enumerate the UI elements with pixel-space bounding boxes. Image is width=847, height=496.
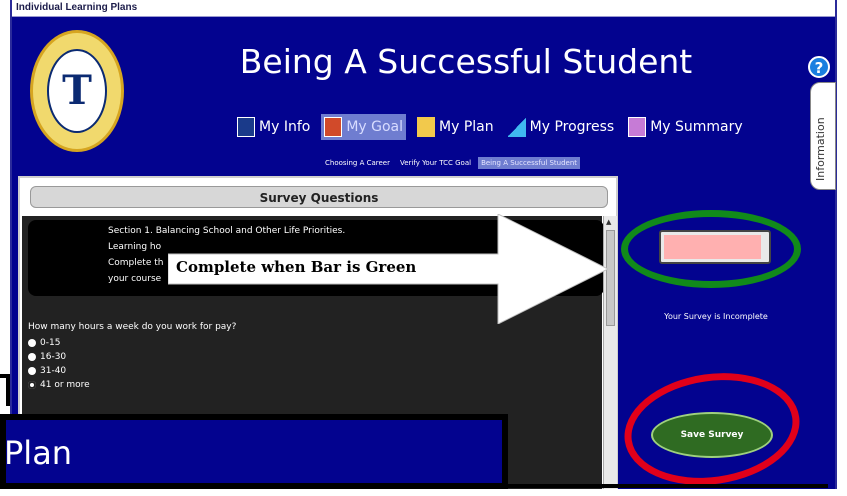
overlay-plan-text: Plan <box>4 434 73 472</box>
window-titlebar: Individual Learning Plans <box>12 0 835 17</box>
nav-item-my-info[interactable]: My Info <box>234 114 313 140</box>
main-nav: My Info My Goal My Plan My Progress My S… <box>234 114 746 140</box>
option-label: 0-15 <box>40 338 61 348</box>
information-tab-label: Information <box>814 117 827 181</box>
section-line: Complete th <box>108 258 164 268</box>
overlay-edge <box>0 374 10 406</box>
subnav-successful-student[interactable]: Being A Successful Student <box>478 157 581 169</box>
survey-status: Your Survey is Incomplete <box>664 312 768 321</box>
college-logo: T <box>30 30 124 152</box>
logo-mark: T <box>62 67 92 114</box>
nav-item-label: My Progress <box>529 119 615 135</box>
information-tab[interactable]: Information <box>810 82 836 190</box>
option-16-30[interactable]: 16-30 <box>28 352 66 362</box>
overlay-plan-box: Plan <box>0 414 508 489</box>
nav-item-label: My Info <box>259 119 311 135</box>
radio-selected-icon[interactable] <box>28 381 36 389</box>
callout-text: Complete when Bar is Green <box>176 258 417 276</box>
nav-item-my-progress[interactable]: My Progress <box>505 114 618 140</box>
survey-header: Survey Questions <box>30 186 608 208</box>
subnav-verify-goal[interactable]: Verify Your TCC Goal <box>397 157 474 169</box>
nav-item-label: My Goal <box>346 119 404 135</box>
nav-item-label: My Plan <box>439 119 494 135</box>
info-book-icon <box>237 117 255 137</box>
section-line: your course <box>108 274 162 284</box>
subnav-choosing-a-career[interactable]: Choosing A Career <box>322 157 393 169</box>
section-line: Learning ho <box>108 242 162 252</box>
window-title: Individual Learning Plans <box>16 2 138 13</box>
goal-icon <box>324 117 343 137</box>
plan-icon <box>417 117 436 137</box>
radio-icon[interactable] <box>28 367 36 375</box>
progress-chart-icon <box>507 117 526 137</box>
option-31-40[interactable]: 31-40 <box>28 366 66 376</box>
nav-item-my-goal[interactable]: My Goal <box>321 114 407 140</box>
option-41-or-more[interactable]: 41 or more <box>28 380 90 390</box>
option-0-15[interactable]: 0-15 <box>28 338 60 348</box>
help-icon[interactable]: ? <box>808 56 830 78</box>
page-title: Being A Successful Student <box>239 42 693 81</box>
nav-item-label: My Summary <box>650 119 743 135</box>
overlay-bottom-border <box>508 484 828 488</box>
nav-item-my-plan[interactable]: My Plan <box>414 114 497 140</box>
radio-icon[interactable] <box>28 353 36 361</box>
option-label: 41 or more <box>40 380 90 390</box>
nav-item-my-summary[interactable]: My Summary <box>625 114 745 140</box>
radio-icon[interactable] <box>28 339 36 347</box>
sub-nav: Choosing A Career Verify Your TCC Goal B… <box>322 157 581 169</box>
green-highlight-annotation <box>621 210 801 288</box>
option-label: 16-30 <box>40 352 67 362</box>
summary-icon <box>628 117 647 137</box>
logo-inner: T <box>47 49 107 133</box>
survey-header-label: Survey Questions <box>259 191 379 205</box>
option-label: 31-40 <box>40 366 67 376</box>
